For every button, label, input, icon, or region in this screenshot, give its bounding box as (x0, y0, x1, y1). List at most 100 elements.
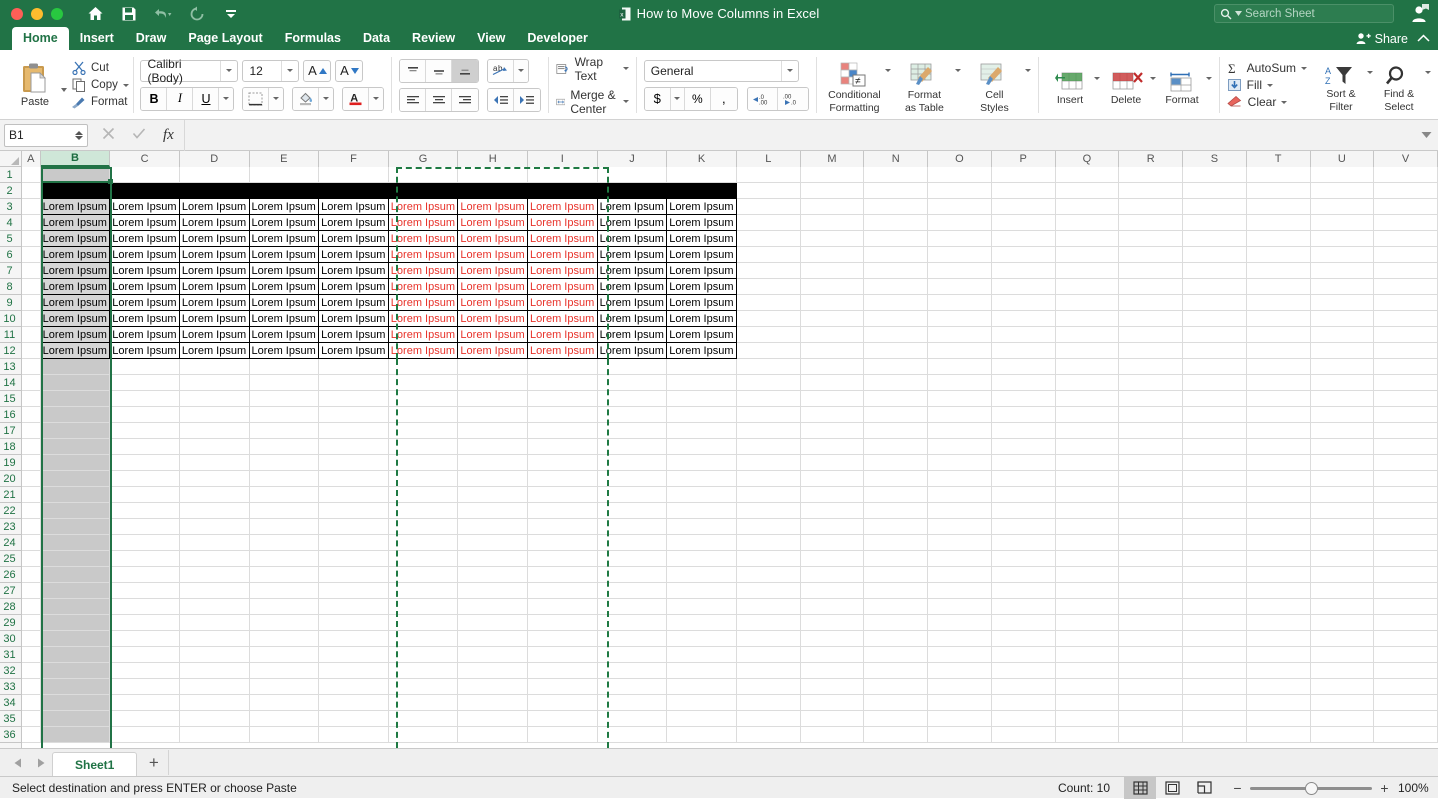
cell-N29[interactable] (864, 615, 929, 631)
cell-P12[interactable] (991, 343, 1056, 359)
cell-D36[interactable] (179, 727, 250, 743)
cell-E20[interactable] (249, 471, 320, 487)
cell-N13[interactable] (864, 359, 929, 375)
cell-B21[interactable] (40, 487, 111, 503)
cell-E23[interactable] (249, 519, 320, 535)
cell-L25[interactable] (736, 551, 801, 567)
increase-decimal-button[interactable]: .0.00 (747, 87, 778, 110)
cell-P11[interactable] (991, 327, 1056, 343)
number-format-field[interactable]: General (643, 59, 799, 82)
previous-sheet-icon[interactable] (8, 752, 28, 774)
cell-Q16[interactable] (1055, 407, 1120, 423)
cell-I31[interactable] (528, 647, 598, 663)
cell-F33[interactable] (319, 679, 389, 695)
cell-H32[interactable] (458, 663, 529, 679)
column-header-e[interactable]: E (249, 151, 320, 167)
cell-J18[interactable] (597, 439, 668, 455)
cell-T5[interactable] (1246, 231, 1311, 247)
cell-J35[interactable] (597, 711, 668, 727)
cell-V24[interactable] (1374, 535, 1438, 551)
cell-M36[interactable] (800, 727, 865, 743)
cell-R25[interactable] (1119, 551, 1184, 567)
cell-P10[interactable] (991, 311, 1056, 327)
cell-M23[interactable] (800, 519, 865, 535)
cell-L21[interactable] (736, 487, 801, 503)
cell-S15[interactable] (1183, 391, 1247, 407)
cell-F34[interactable] (319, 695, 389, 711)
cell-S22[interactable] (1183, 503, 1247, 519)
cell-R22[interactable] (1119, 503, 1184, 519)
cell-D29[interactable] (179, 615, 250, 631)
cell-T14[interactable] (1246, 375, 1311, 391)
cell-U35[interactable] (1310, 711, 1375, 727)
cell-C9[interactable]: Lorem Ipsum (110, 295, 180, 311)
cell-G27[interactable] (388, 583, 459, 599)
zoom-in-button[interactable]: + (1379, 780, 1390, 796)
cell-L12[interactable] (736, 343, 801, 359)
cell-U21[interactable] (1310, 487, 1375, 503)
cell-B1[interactable] (40, 167, 111, 183)
next-sheet-icon[interactable] (30, 752, 50, 774)
cell-J9[interactable]: Lorem Ipsum (597, 295, 668, 311)
cell-I7[interactable]: Lorem Ipsum (528, 263, 598, 279)
cell-H31[interactable] (458, 647, 529, 663)
cell-F6[interactable]: Lorem Ipsum (319, 247, 389, 263)
cell-C19[interactable] (110, 455, 180, 471)
row-header-22[interactable]: 22 (0, 503, 21, 519)
cell-E18[interactable] (249, 439, 320, 455)
cell-S33[interactable] (1183, 679, 1247, 695)
cell-I1[interactable] (528, 167, 598, 183)
cell-D16[interactable] (179, 407, 250, 423)
cell-I24[interactable] (528, 535, 598, 551)
cell-O6[interactable] (928, 247, 992, 263)
column-header-h[interactable]: H (458, 151, 529, 167)
cell-V18[interactable] (1374, 439, 1438, 455)
cell-D9[interactable]: Lorem Ipsum (179, 295, 250, 311)
cell-F8[interactable]: Lorem Ipsum (319, 279, 389, 295)
cell-K11[interactable]: Lorem Ipsum (667, 327, 737, 343)
column-header-l[interactable]: L (736, 151, 801, 167)
cell-U23[interactable] (1310, 519, 1375, 535)
cell-M3[interactable] (800, 199, 865, 215)
cell-I34[interactable] (528, 695, 598, 711)
cell-E10[interactable]: Lorem Ipsum (249, 311, 320, 327)
cell-C17[interactable] (110, 423, 180, 439)
cell-U18[interactable] (1310, 439, 1375, 455)
cell-G9[interactable]: Lorem Ipsum (388, 295, 459, 311)
cell-H30[interactable] (458, 631, 529, 647)
row-header-34[interactable]: 34 (0, 695, 21, 711)
cell-D7[interactable]: Lorem Ipsum (179, 263, 250, 279)
cell-R30[interactable] (1119, 631, 1184, 647)
cell-P5[interactable] (991, 231, 1056, 247)
cell-T11[interactable] (1246, 327, 1311, 343)
cell-T1[interactable] (1246, 167, 1311, 183)
cell-O4[interactable] (928, 215, 992, 231)
cell-O8[interactable] (928, 279, 992, 295)
row-header-4[interactable]: 4 (0, 215, 21, 231)
cell-D20[interactable] (179, 471, 250, 487)
cell-I19[interactable] (528, 455, 598, 471)
percent-button[interactable]: % (684, 87, 711, 110)
cell-U34[interactable] (1310, 695, 1375, 711)
row-header-9[interactable]: 9 (0, 295, 21, 311)
cell-D22[interactable] (179, 503, 250, 519)
cell-A9[interactable] (22, 295, 41, 311)
cell-O19[interactable] (928, 455, 992, 471)
cell-A17[interactable] (22, 423, 41, 439)
cell-K27[interactable] (667, 583, 737, 599)
cell-A23[interactable] (22, 519, 41, 535)
cell-F20[interactable] (319, 471, 389, 487)
cell-N26[interactable] (864, 567, 929, 583)
select-all-corner[interactable] (0, 151, 22, 167)
cell-C25[interactable] (110, 551, 180, 567)
cell-styles-button[interactable]: Cell Styles (963, 62, 1025, 115)
cell-H16[interactable] (458, 407, 529, 423)
cell-D26[interactable] (179, 567, 250, 583)
cell-J10[interactable]: Lorem Ipsum (597, 311, 668, 327)
cell-U25[interactable] (1310, 551, 1375, 567)
cell-E29[interactable] (249, 615, 320, 631)
cell-I13[interactable] (528, 359, 598, 375)
cell-G1[interactable] (388, 167, 459, 183)
cell-A19[interactable] (22, 455, 41, 471)
cell-O22[interactable] (928, 503, 992, 519)
